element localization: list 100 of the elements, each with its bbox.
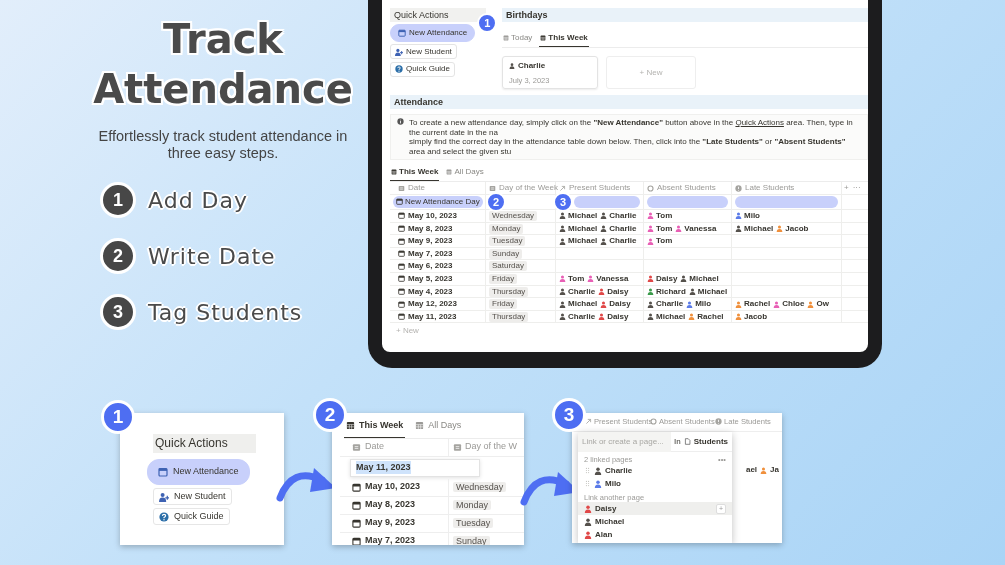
quick-actions-link[interactable]: Quick Actions — [735, 118, 784, 127]
search-field[interactable]: Link or create a page... — [578, 431, 672, 452]
student-link[interactable]: Milo — [686, 298, 712, 311]
scope-name: Students — [693, 435, 728, 448]
student-link[interactable]: Rachel — [735, 298, 771, 311]
student-name: ael — [745, 464, 758, 476]
column-header: Date — [365, 440, 384, 454]
student-link[interactable]: Jacob — [735, 310, 768, 323]
student-link[interactable]: Charlie — [559, 285, 596, 298]
weekday-tag: Wednesday — [453, 482, 507, 492]
student-option[interactable]: Charlie — [605, 464, 633, 477]
step-label: Write Date — [148, 242, 276, 271]
weekday-tag: Monday — [489, 223, 524, 234]
student-option[interactable]: Milo — [605, 477, 621, 490]
step-number-badge: 2 — [313, 398, 347, 432]
step-number-badge: 3 — [553, 191, 573, 212]
date-text: May 6, 2023 — [408, 260, 453, 273]
date-text: May 7, 2023 — [365, 534, 416, 545]
student-link[interactable]: Vanessa — [587, 272, 629, 285]
student-link[interactable]: Daisy — [598, 285, 629, 298]
student-link[interactable]: Tom — [647, 209, 673, 222]
quick-action-button[interactable]: New Student — [153, 488, 232, 505]
student-link[interactable]: Daisy — [600, 298, 631, 311]
subtitle: Effortlessly track student attendance in three easy steps. — [97, 128, 349, 162]
student-link[interactable]: Charlie — [600, 209, 637, 222]
student-link[interactable]: Michael — [647, 310, 686, 323]
student-link[interactable]: Charlie — [600, 235, 637, 248]
column-header: Absent Students — [657, 182, 716, 195]
student-link[interactable]: Michael — [559, 209, 598, 222]
student-link[interactable]: Tom — [647, 235, 673, 248]
view-tab[interactable]: Today — [502, 30, 534, 47]
student-link[interactable]: Ow — [807, 298, 829, 311]
student-link[interactable]: Michael — [559, 222, 598, 235]
student-link[interactable]: Tom — [559, 272, 585, 285]
new-row-button[interactable]: New Attendance Day — [393, 195, 483, 208]
date-input-field[interactable]: May 11, 2023 — [350, 458, 480, 477]
quick-action-button[interactable]: New Attendance — [390, 24, 476, 42]
student-link[interactable]: Charlie — [559, 310, 596, 323]
step-number-badge: 3 — [100, 294, 136, 330]
column-header: Late Students — [745, 182, 795, 195]
student-link[interactable]: Charlie — [647, 298, 684, 311]
quick-action-button[interactable]: Quick Guide — [390, 61, 456, 77]
student-option[interactable]: Michael — [578, 515, 732, 528]
date-text: May 10, 2023 — [408, 209, 457, 222]
student-link[interactable]: Rachel — [688, 310, 724, 323]
date-text: May 10, 2023 — [365, 480, 421, 494]
student-link[interactable]: Vanessa — [675, 222, 717, 235]
step-label: Tag Students — [148, 298, 303, 327]
quick-action-button[interactable]: New Attendance — [147, 459, 250, 485]
weekday-tag: Sunday — [453, 536, 490, 545]
step-number-badge: 3 — [552, 398, 586, 432]
date-text: May 12, 2023 — [408, 298, 457, 311]
date-text: May 5, 2023 — [408, 272, 453, 285]
quick-action-button[interactable]: New Student — [390, 44, 457, 59]
weekday-tag: Thursday — [489, 311, 529, 322]
quick-action-button[interactable]: Quick Guide — [153, 508, 230, 525]
weekday-tag: Friday — [489, 299, 518, 310]
title-line: Track — [162, 15, 285, 64]
weekday-tag: Monday — [453, 500, 492, 510]
step-number-badge: 1 — [101, 400, 135, 434]
date-text: May 9, 2023 — [365, 516, 416, 530]
student-link[interactable]: Michael — [680, 272, 719, 285]
weekday-tag: Wednesday — [489, 210, 538, 221]
student-name: Ja — [770, 464, 779, 476]
step-number-badge: 2 — [100, 238, 136, 274]
student-link[interactable]: Daisy — [598, 310, 629, 323]
date-text: May 11, 2023 — [408, 310, 457, 323]
date-text: May 7, 2023 — [408, 247, 453, 260]
student-link[interactable]: Michael — [559, 298, 598, 311]
student-link[interactable]: Jacob — [776, 222, 809, 235]
student-link[interactable]: Richard — [647, 285, 686, 298]
student-link[interactable]: Milo — [735, 209, 760, 222]
step-number-badge: 2 — [486, 191, 506, 212]
column-header: Date — [408, 182, 425, 195]
student-option[interactable]: Alan — [578, 528, 732, 541]
student-link[interactable]: Michael — [688, 285, 728, 298]
weekday-tag: Thursday — [489, 286, 529, 297]
student-link[interactable]: Charlie — [600, 222, 637, 235]
section-title: Quick Actions — [153, 434, 256, 453]
step-number-badge: 1 — [477, 13, 498, 33]
step-label: Add Day — [148, 186, 249, 215]
weekday-tag: Tuesday — [453, 518, 494, 528]
view-tab[interactable]: This Week — [390, 164, 440, 182]
date-text: May 8, 2023 — [408, 222, 453, 235]
student-link[interactable]: Daisy — [647, 272, 678, 285]
student-link[interactable]: Chloe — [773, 298, 805, 311]
view-tab[interactable]: This Week — [539, 30, 589, 47]
view-tab[interactable]: All Days — [445, 164, 485, 182]
section-title: Birthdays — [502, 8, 868, 22]
section-title: Quick Actions — [390, 8, 486, 22]
student-link[interactable]: Michael — [735, 222, 774, 235]
student-link[interactable]: Tom — [647, 222, 673, 235]
student-name: Charlie — [518, 60, 546, 72]
view-tab[interactable]: All Days — [413, 416, 464, 438]
student-link[interactable]: Michael — [559, 235, 598, 248]
weekday-tag: Friday — [489, 273, 518, 284]
title-line: Attendance — [92, 65, 354, 114]
scope-label: In — [674, 435, 681, 448]
weekday-tag: Sunday — [489, 248, 523, 259]
weekday-tag: Saturday — [489, 261, 528, 272]
